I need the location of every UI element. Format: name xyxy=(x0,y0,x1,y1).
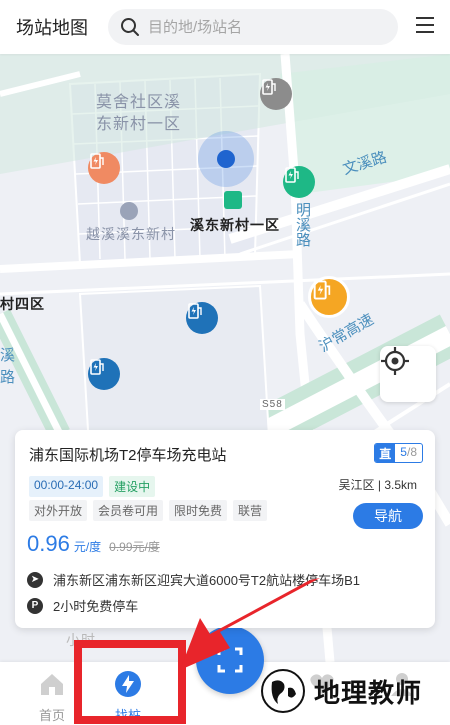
tags-row: 对外开放 会员卷可用 限时免费 联营 xyxy=(29,500,268,521)
station-name: 浦东国际机场T2停车场充电站 xyxy=(29,447,227,464)
station-pin-blue-2[interactable] xyxy=(88,358,120,390)
nav-home[interactable]: 首页 xyxy=(22,670,82,724)
price-unit: 元/度 xyxy=(73,540,102,554)
location-arrow-icon: ➤ xyxy=(27,571,43,588)
globe-logo-icon xyxy=(261,669,305,713)
road-label-5: 溪 xyxy=(0,347,16,364)
available-count: 5 xyxy=(400,445,407,459)
road-id-label: S58 xyxy=(260,399,285,410)
header: 场站地图 xyxy=(0,0,450,54)
menu-icon[interactable] xyxy=(416,16,434,34)
road-label-4: 路 xyxy=(0,369,16,386)
status-chip: 建设中 xyxy=(109,476,156,497)
road-label-2: 明溪路 xyxy=(294,202,311,247)
crosshair-icon xyxy=(381,347,409,375)
parking-row: P 2小时免费停车 xyxy=(27,596,138,615)
map-label-station: 溪东新村一区 xyxy=(190,217,280,233)
station-pin-orange[interactable] xyxy=(88,152,120,184)
charging-icon xyxy=(90,153,104,169)
station-pin-yellow[interactable] xyxy=(308,276,350,318)
map-label-district-4: 村四区 xyxy=(0,296,45,312)
map-label-community-1b: 东新村一区 xyxy=(96,116,182,133)
tag-chip: 限时免费 xyxy=(169,500,228,521)
navigate-button[interactable]: 导航 xyxy=(353,503,423,529)
watermark-text: 地理教师 xyxy=(314,678,423,709)
location-distance: 吴江区 | 3.5km xyxy=(338,478,417,492)
map-label-community-1a: 莫舍社区溪 xyxy=(96,94,182,111)
search-input[interactable] xyxy=(148,18,378,36)
direct-tag: 直 xyxy=(375,444,396,462)
metro-station-icon xyxy=(224,191,242,209)
station-pin-gray[interactable] xyxy=(260,78,292,110)
search-box[interactable] xyxy=(108,9,398,45)
tag-chip: 会员卷可用 xyxy=(93,500,164,521)
red-arrow-icon xyxy=(180,578,320,670)
watermark: 地理教师 xyxy=(260,668,422,714)
total-count: /8 xyxy=(406,445,417,459)
availability-badge: 直 5/8 xyxy=(374,443,423,463)
hours-chip: 00:00-24:00 xyxy=(29,476,104,497)
home-icon xyxy=(41,674,63,695)
poi-icon xyxy=(120,202,138,220)
station-pin-green[interactable] xyxy=(283,166,315,198)
search-icon xyxy=(121,18,139,36)
original-price: 0.99元/度 xyxy=(109,540,160,554)
nav-home-label: 首页 xyxy=(38,708,65,723)
price-row: 0.96 元/度 0.99元/度 xyxy=(27,531,160,557)
price-value: 0.96 xyxy=(27,531,70,556)
charging-icon xyxy=(90,359,104,375)
locate-button[interactable] xyxy=(380,346,436,402)
parking-icon: P xyxy=(27,597,43,614)
station-pin-blue-1[interactable] xyxy=(186,302,218,334)
tag-chip: 联营 xyxy=(233,500,268,521)
charging-icon xyxy=(285,167,299,183)
parking-text: 2小时免费停车 xyxy=(53,599,139,614)
map-label-community-2: 越溪溪东新村 xyxy=(86,226,176,242)
tag-chip: 对外开放 xyxy=(29,500,88,521)
charging-icon xyxy=(188,303,202,319)
charging-icon xyxy=(313,280,331,300)
page-title: 场站地图 xyxy=(16,18,88,38)
charging-icon xyxy=(262,79,276,95)
